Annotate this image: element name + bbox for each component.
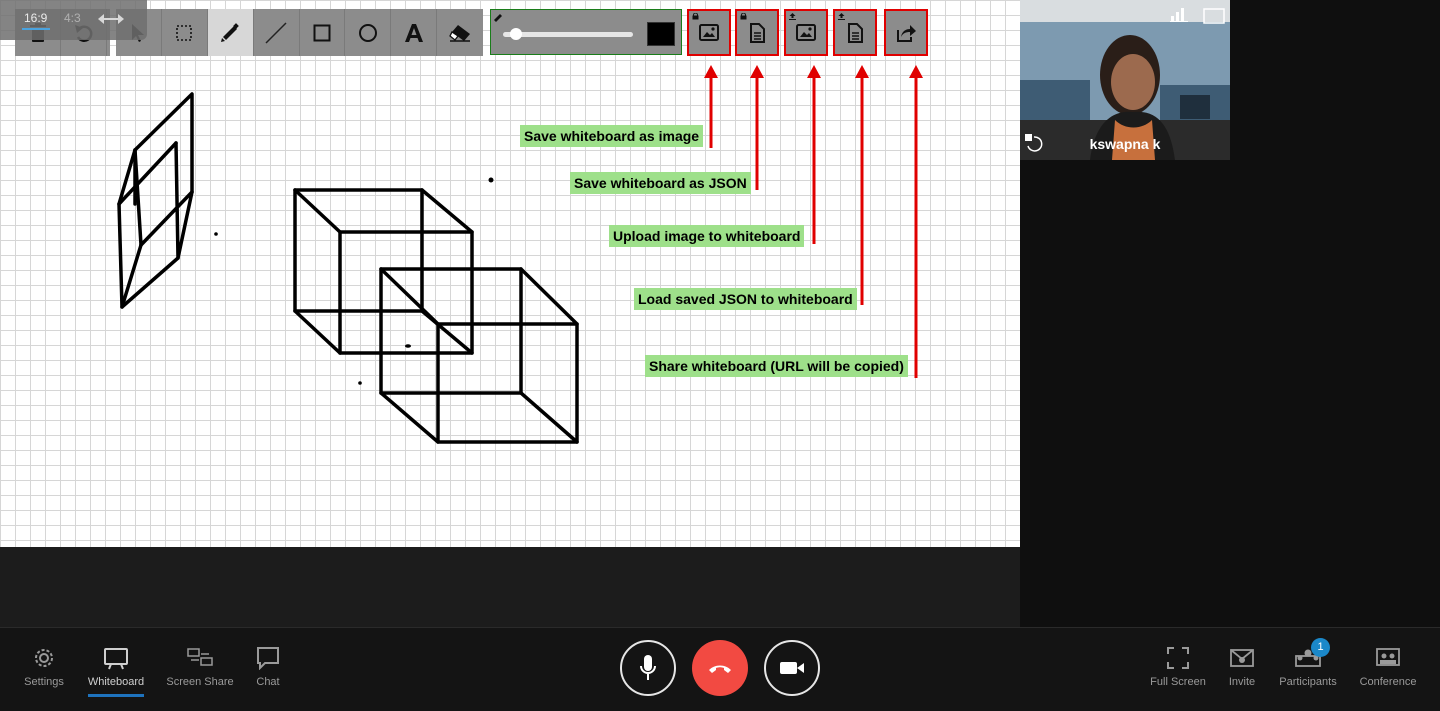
upload-badge-icon: [838, 13, 845, 20]
slanted-box-drawing: [117, 92, 194, 309]
drawing-toolbar: [116, 9, 483, 56]
chat-label: Chat: [256, 676, 280, 688]
chat-bubble-icon: [257, 647, 279, 670]
pencil-tool-button[interactable]: [207, 9, 254, 56]
document-icon: [750, 22, 765, 43]
ratio-option-4-3[interactable]: 4:3: [64, 11, 81, 25]
camera-button[interactable]: [764, 640, 820, 696]
swap-arrows-icon[interactable]: [98, 13, 124, 25]
participant-video-tile[interactable]: kswapna k: [1020, 0, 1230, 160]
square-icon: [313, 24, 331, 41]
pencil-icon: [221, 22, 240, 42]
active-tab-indicator: [88, 694, 144, 697]
upload-image-button[interactable]: [784, 9, 828, 56]
brush-settings-panel: [490, 9, 682, 55]
eraser-tool-button[interactable]: [437, 9, 483, 56]
conference-label: Conference: [1359, 676, 1417, 688]
screen-share-icon: [187, 648, 213, 666]
signal-strength-icon: [1170, 8, 1188, 22]
cube-drawing-2: [379, 267, 579, 444]
brush-size-slider[interactable]: [503, 32, 633, 37]
fullscreen-icon: [1167, 647, 1189, 669]
participants-button[interactable]: Participants: [1278, 646, 1338, 688]
annotation-upload-image: Upload image to whiteboard: [609, 225, 805, 247]
full-screen-label: Full Screen: [1150, 676, 1206, 688]
rectangle-tool-button[interactable]: [300, 9, 346, 56]
participants-label: Participants: [1279, 676, 1337, 688]
tile-view-icon[interactable]: [1203, 8, 1225, 24]
whiteboard-label: Whiteboard: [87, 676, 145, 688]
chat-button[interactable]: Chat: [250, 646, 286, 688]
text-a-icon: [404, 23, 423, 42]
lock-badge-icon: [692, 13, 699, 20]
line-icon: [265, 21, 287, 44]
conference-button[interactable]: Conference: [1358, 646, 1418, 688]
ratio-option-16-9[interactable]: 16:9: [24, 11, 47, 25]
region-select-button[interactable]: [162, 9, 208, 56]
gear-icon: [35, 649, 53, 667]
circle-tool-button[interactable]: [345, 9, 392, 56]
ratio-selected-indicator: [22, 28, 50, 30]
eraser-icon: [449, 24, 471, 42]
microphone-button[interactable]: [620, 640, 676, 696]
text-tool-button[interactable]: [391, 9, 438, 56]
participants-count-badge: 1: [1311, 638, 1330, 657]
annotation-save-json: Save whiteboard as JSON: [570, 172, 751, 194]
conference-icon: [1376, 648, 1400, 666]
image-icon: [699, 24, 719, 41]
load-json-button[interactable]: [833, 9, 877, 56]
aspect-ratio-switcher: 16:9 4:3: [0, 0, 147, 40]
document-icon: [848, 22, 863, 43]
invite-envelope-icon: [1230, 649, 1254, 667]
save-image-button[interactable]: [687, 9, 731, 56]
full-screen-button[interactable]: Full Screen: [1150, 646, 1206, 688]
video-camera-icon: [780, 662, 804, 674]
phone-hangup-icon: [709, 665, 731, 673]
participant-name: kswapna k: [1089, 136, 1161, 152]
settings-button[interactable]: Settings: [22, 646, 66, 688]
screen-share-button[interactable]: Screen Share: [166, 646, 234, 688]
invite-button[interactable]: Invite: [1224, 646, 1260, 688]
settings-label: Settings: [24, 676, 64, 688]
save-json-button[interactable]: [735, 9, 779, 56]
annotation-arrows: [704, 65, 923, 378]
whiteboard-button[interactable]: Whiteboard: [86, 646, 146, 688]
bottom-toolbar: Settings Whiteboard Screen Share Chat Fu…: [0, 627, 1440, 711]
dashed-selection-icon: [176, 24, 193, 41]
screen-share-label: Screen Share: [166, 676, 234, 688]
drawing-layer: [117, 65, 923, 444]
whiteboard-icon: [104, 648, 128, 670]
stage-background: [0, 547, 1020, 627]
brush-size-knob[interactable]: [510, 28, 522, 40]
share-whiteboard-button[interactable]: [884, 9, 928, 56]
color-picker-swatch[interactable]: [647, 22, 675, 46]
annotation-load-json: Load saved JSON to whiteboard: [634, 288, 857, 310]
hang-up-button[interactable]: [692, 640, 748, 696]
line-tool-button[interactable]: [254, 9, 300, 56]
whiteboard-canvas[interactable]: Save whiteboard as image Save whiteboard…: [0, 0, 1020, 547]
circle-icon: [358, 23, 377, 42]
pencil-small-icon: [494, 14, 502, 22]
microphone-icon: [640, 655, 656, 680]
share-icon: [897, 24, 916, 42]
invite-label: Invite: [1228, 676, 1256, 688]
annotation-share: Share whiteboard (URL will be copied): [645, 355, 908, 377]
lock-badge-icon: [740, 13, 747, 20]
image-icon: [796, 24, 816, 41]
upload-badge-icon: [789, 13, 796, 20]
annotation-save-image: Save whiteboard as image: [520, 125, 704, 147]
